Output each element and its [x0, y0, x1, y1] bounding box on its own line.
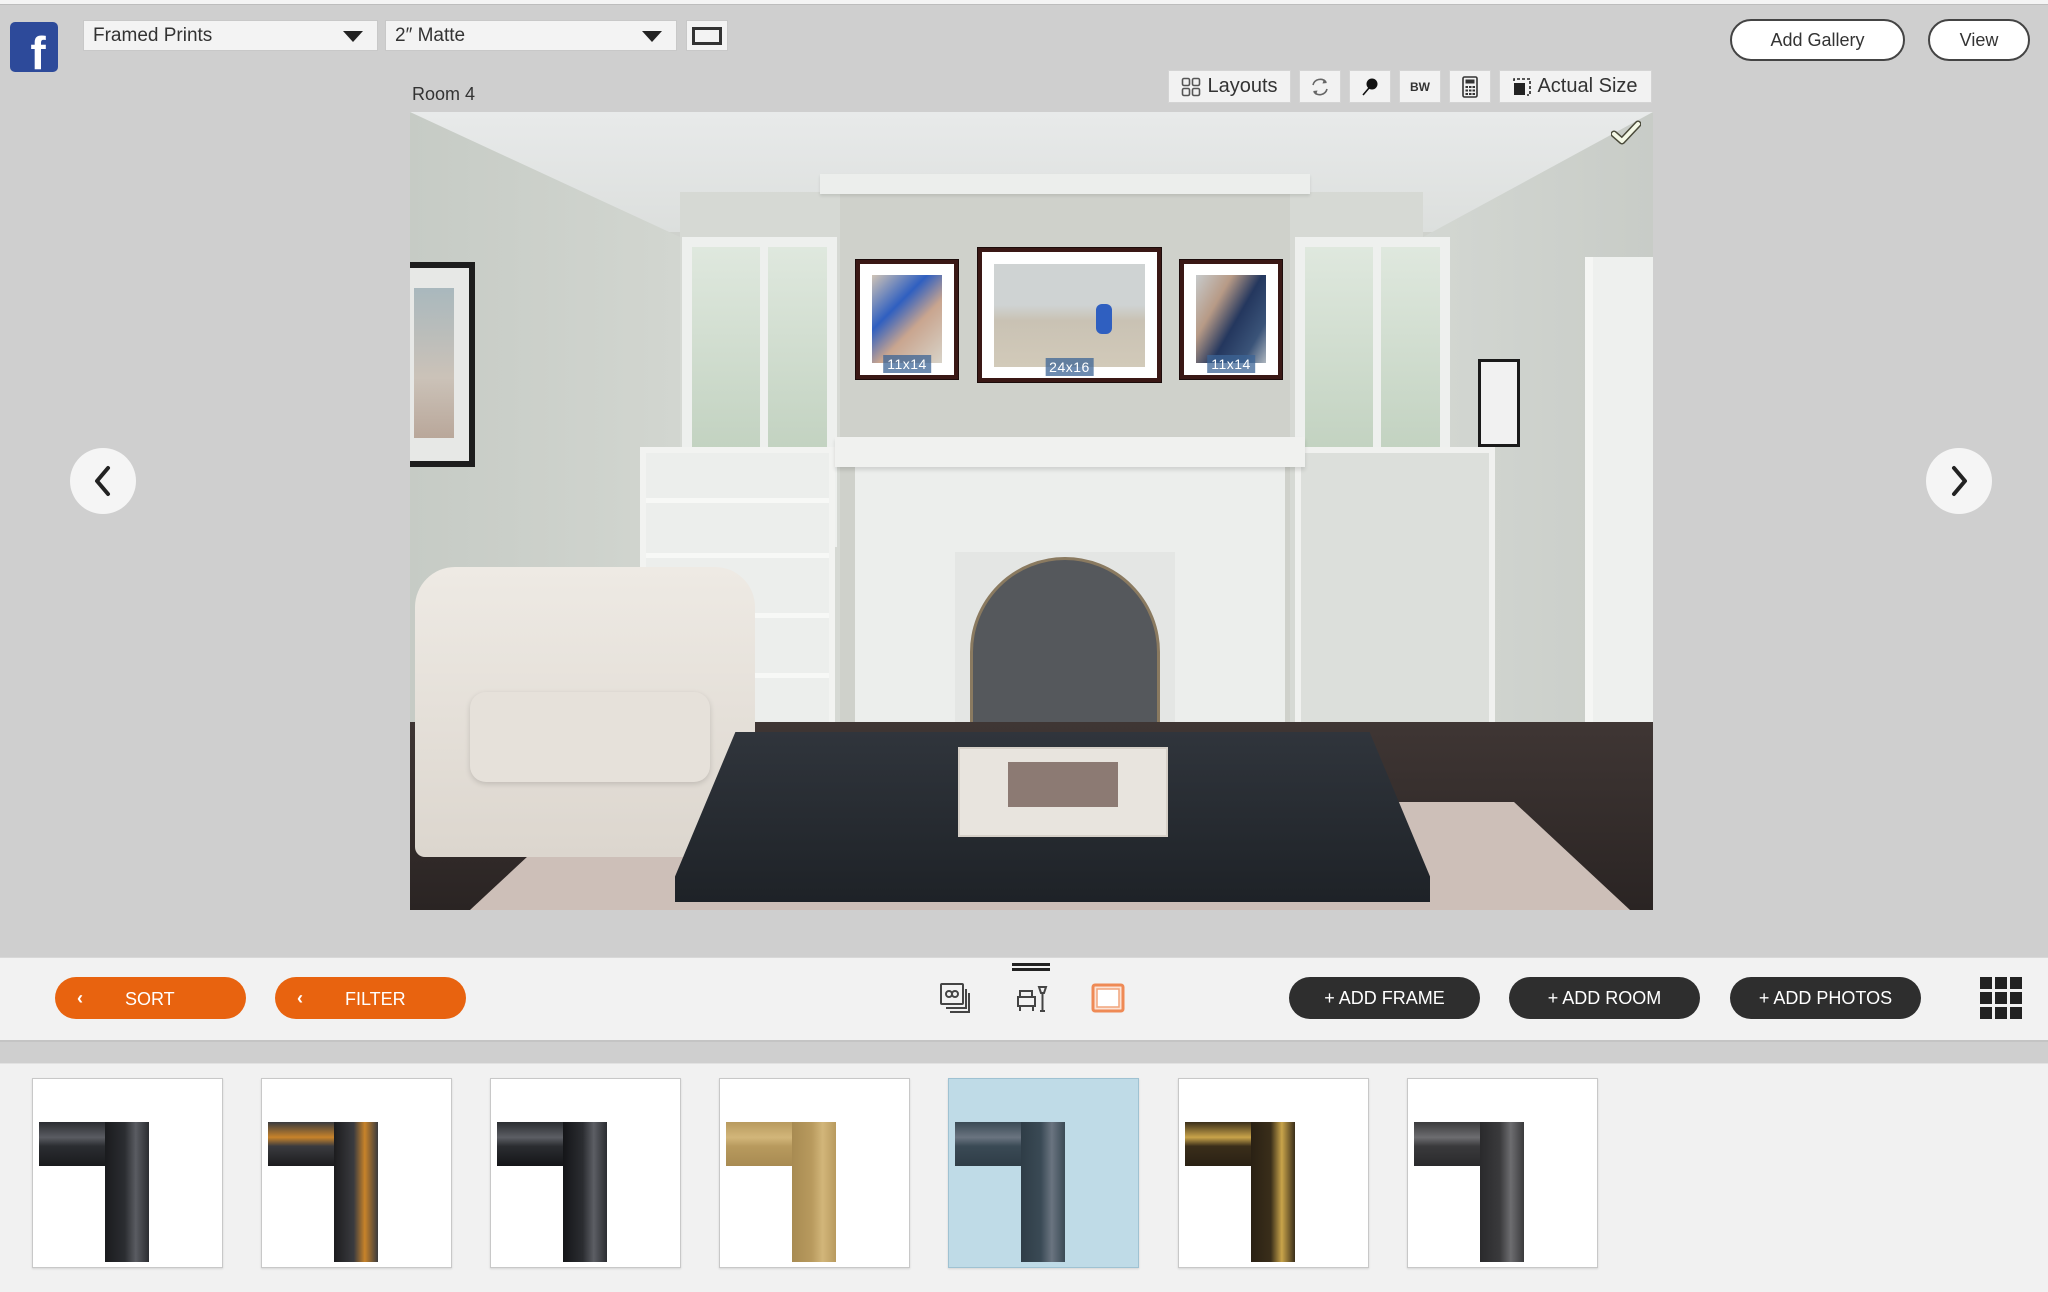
filter-button[interactable]: ‹ FILTER — [275, 977, 466, 1019]
chevron-left-icon — [95, 466, 110, 496]
rotate-icon — [1312, 78, 1328, 95]
rectangle-frame-icon — [692, 26, 722, 45]
frame-corner-swatch — [1185, 1122, 1295, 1262]
frame-thumbnail[interactable] — [490, 1078, 681, 1268]
product-type-value: Framed Prints — [93, 24, 213, 46]
wall-frame[interactable]: 11x14 — [856, 260, 958, 379]
window-top-edge — [0, 0, 2048, 5]
room-preview[interactable]: 11x14 24x16 11x14 — [410, 112, 1653, 910]
pin-button[interactable] — [1349, 70, 1391, 103]
layouts-label: Layouts — [1207, 75, 1278, 97]
room-furniture-icon — [1017, 986, 1048, 1012]
calculator-icon — [1462, 75, 1478, 98]
layouts-button[interactable]: Layouts — [1168, 70, 1291, 103]
room-books — [1008, 762, 1118, 807]
room-mantel — [835, 437, 1305, 467]
frame-corner-swatch — [39, 1122, 149, 1262]
frame-thumbnail[interactable] — [261, 1078, 452, 1268]
frame-thumbnail[interactable] — [948, 1078, 1139, 1268]
pin-icon — [1362, 78, 1378, 96]
frame-size-label: 11x14 — [1207, 355, 1255, 373]
room-window-bench — [1295, 447, 1495, 737]
frame-photo — [1196, 275, 1266, 363]
chevron-left-icon: ‹ — [77, 988, 83, 1008]
frame-size-label: 24x16 — [1045, 358, 1094, 376]
wall-frame[interactable]: 24x16 — [978, 248, 1161, 382]
frame-icon — [1091, 983, 1125, 1013]
frame-photo — [994, 264, 1145, 367]
bottom-toolbar: ‹ SORT ‹ FILTER + ADD FRAME + ADD ROOM +… — [0, 957, 2048, 1042]
actual-size-icon — [1513, 77, 1532, 96]
actual-size-button[interactable]: Actual Size — [1499, 70, 1652, 103]
chevron-down-icon — [343, 31, 363, 42]
frame-thumbnail[interactable] — [1178, 1078, 1369, 1268]
frame-thumbnail-strip — [0, 1063, 2048, 1292]
frame-corner-swatch — [955, 1122, 1065, 1262]
black-white-button[interactable]: BW — [1399, 70, 1441, 103]
matte-select[interactable]: 2″ Matte — [385, 20, 677, 51]
frame-corner-swatch — [497, 1122, 607, 1262]
next-room-button[interactable] — [1926, 448, 1992, 514]
view-button[interactable]: View — [1928, 19, 2030, 61]
product-type-select[interactable]: Framed Prints — [83, 20, 378, 51]
add-gallery-button[interactable]: Add Gallery — [1730, 19, 1905, 61]
filter-label: FILTER — [345, 989, 406, 1009]
room-wall-art-left — [410, 262, 475, 467]
frame-corner-swatch — [268, 1122, 378, 1262]
sort-label: SORT — [125, 989, 175, 1009]
matte-value: 2″ Matte — [395, 24, 466, 46]
room-cornice — [820, 174, 1310, 194]
drag-handle[interactable] — [1012, 963, 1050, 971]
previous-room-button[interactable] — [70, 448, 136, 514]
frame-thumbnail[interactable] — [1407, 1078, 1598, 1268]
room-mode-button[interactable] — [1012, 978, 1052, 1018]
sort-button[interactable]: ‹ SORT — [55, 977, 246, 1019]
add-frame-button[interactable]: + ADD FRAME — [1289, 977, 1480, 1019]
chevron-left-icon: ‹ — [297, 988, 303, 1008]
rotate-button[interactable] — [1299, 70, 1341, 103]
grid-view-icon[interactable] — [1980, 977, 2024, 1021]
checkmark-icon[interactable] — [1611, 120, 1641, 146]
room-wall-art-right — [1478, 359, 1520, 447]
add-photos-button[interactable]: + ADD PHOTOS — [1730, 977, 1921, 1019]
room-label: Room 4 — [412, 84, 476, 104]
frame-corner-swatch — [1414, 1122, 1524, 1262]
add-room-button[interactable]: + ADD ROOM — [1509, 977, 1700, 1019]
frame-mode-button[interactable] — [1088, 978, 1128, 1018]
frame-size-label: 11x14 — [883, 355, 931, 373]
grid-layout-icon — [1182, 77, 1201, 96]
calculator-button[interactable] — [1449, 70, 1491, 103]
room-armchair-seat — [470, 692, 710, 782]
frame-corner-swatch — [726, 1122, 836, 1262]
facebook-icon[interactable]: f — [10, 22, 58, 72]
photo-stack-icon — [940, 983, 970, 1013]
photos-mode-button[interactable] — [935, 978, 975, 1018]
actual-size-label: Actual Size — [1537, 75, 1638, 97]
frame-toggle-button[interactable] — [686, 20, 728, 51]
chevron-down-icon — [642, 31, 662, 42]
wall-frame[interactable]: 11x14 — [1180, 260, 1282, 379]
frame-thumbnail[interactable] — [719, 1078, 910, 1268]
frame-thumbnail[interactable] — [32, 1078, 223, 1268]
chevron-right-icon — [1952, 466, 1967, 496]
frame-photo — [872, 275, 942, 363]
